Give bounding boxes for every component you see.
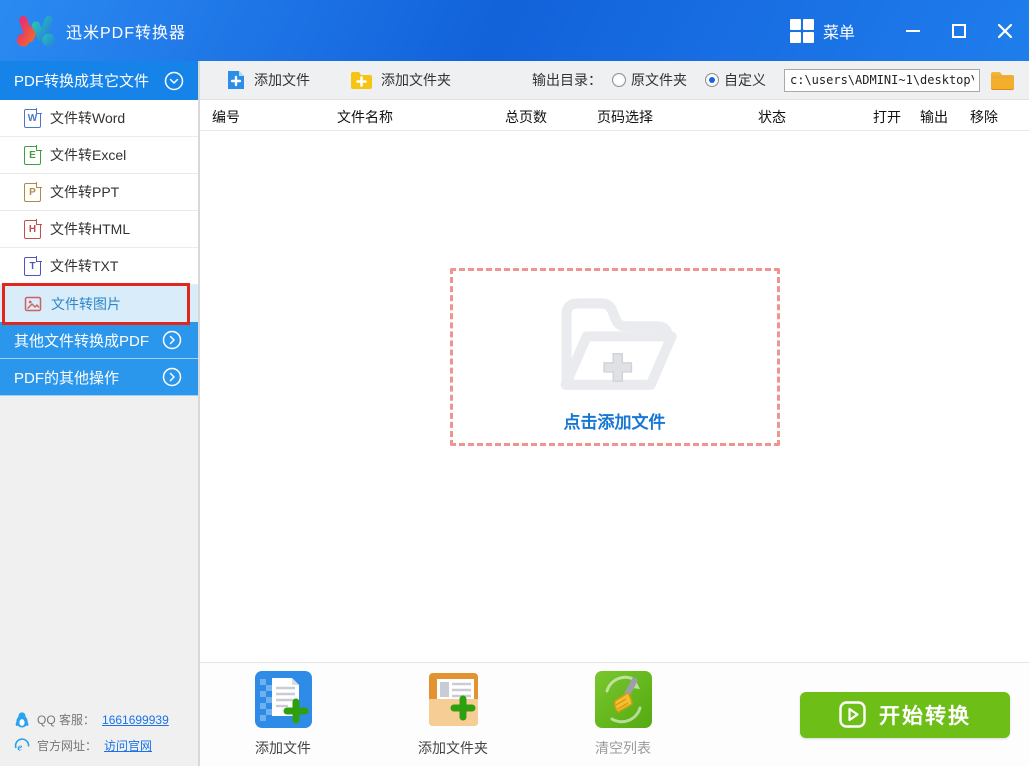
clear-list-button[interactable]: 清空列表 — [591, 671, 655, 758]
qq-label: QQ 客服： — [37, 713, 96, 727]
add-folder-icon — [351, 71, 372, 89]
start-convert-label: 开始转换 — [879, 704, 971, 728]
menu-grid-icon — [789, 18, 814, 43]
column-header-output: 输出 — [920, 109, 948, 125]
image-file-icon — [24, 296, 42, 311]
toolbar: 添加文件 添加文件夹 输出目录： 原文件夹 自定义 — [200, 61, 1029, 100]
bottom-add-file-label: 添加文件 — [255, 740, 311, 756]
ppt-file-icon: P — [24, 182, 42, 202]
file-list-area: 点击添加文件 — [200, 131, 1029, 662]
svg-text:e: e — [17, 741, 22, 753]
output-dir-label: 输出目录： — [532, 72, 602, 88]
file-table-header: 编号 文件名称 总页数 页码选择 状态 打开 输出 移除 — [200, 100, 1029, 131]
play-icon — [839, 701, 866, 728]
sidebar-item-label: 文件转图片 — [51, 295, 121, 312]
menu-button[interactable]: 菜单 — [789, 18, 855, 43]
bottom-add-folder-label: 添加文件夹 — [418, 740, 488, 756]
sidebar-item-label: 文件转Word — [50, 110, 126, 126]
maximize-icon — [952, 23, 966, 38]
bottom-action-bar: 添加文件 添加文件夹 清空列表 开始转换 — [200, 662, 1029, 766]
excel-file-icon: E — [24, 145, 42, 165]
sidebar-filler — [0, 396, 198, 702]
radio-original-folder-label[interactable]: 原文件夹 — [631, 70, 687, 90]
html-file-icon: H — [24, 219, 42, 239]
maximize-button[interactable] — [947, 19, 971, 43]
app-title: 迅米PDF转换器 — [66, 24, 187, 42]
chevron-down-circle-icon — [164, 71, 184, 90]
sidebar-item-pdf-to-excel[interactable]: E 文件转Excel — [0, 137, 198, 174]
txt-file-icon: T — [24, 256, 42, 276]
column-header-open: 打开 — [873, 109, 901, 125]
sidebar-item-pdf-to-ppt[interactable]: P 文件转PPT — [0, 174, 198, 211]
website-link[interactable]: 访问官网 — [104, 737, 152, 754]
output-dir-group: 输出目录： 原文件夹 自定义 — [532, 68, 1029, 92]
folder-icon — [991, 72, 1014, 90]
add-file-icon — [228, 71, 244, 89]
clear-list-icon — [594, 671, 652, 728]
sidebar-item-label: 文件转PPT — [50, 184, 120, 200]
open-folder-add-icon — [560, 298, 677, 390]
minimize-icon — [906, 29, 920, 32]
chevron-right-circle-icon — [162, 367, 182, 387]
add-folder-large-icon — [428, 673, 478, 726]
sidebar-item-pdf-to-image[interactable]: 文件转图片 — [0, 283, 198, 325]
chevron-right-circle-icon — [162, 330, 182, 350]
sidebar-group-label: PDF的其他操作 — [14, 369, 120, 387]
click-to-add-files-dropzone[interactable]: 点击添加文件 — [449, 268, 780, 446]
word-file-icon: W — [24, 108, 42, 128]
qq-icon — [15, 712, 29, 728]
close-icon — [997, 23, 1013, 38]
sidebar-group-pdf-other-ops[interactable]: PDF的其他操作 — [0, 359, 198, 396]
sidebar-item-label: 文件转HTML — [50, 221, 131, 237]
clear-list-label: 清空列表 — [595, 740, 651, 756]
ie-browser-icon: e — [14, 737, 30, 753]
sidebar-item-label: 文件转TXT — [50, 258, 119, 274]
output-path-input[interactable] — [784, 68, 980, 92]
dropzone-label: 点击添加文件 — [563, 413, 666, 432]
column-header-total-pages: 总页数 — [505, 109, 547, 125]
sidebar-item-pdf-to-word[interactable]: W 文件转Word — [0, 100, 198, 137]
sidebar-group-label: PDF转换成其它文件 — [14, 73, 150, 90]
start-convert-button[interactable]: 开始转换 — [800, 691, 1010, 738]
sidebar-item-label: 文件转Excel — [50, 147, 127, 163]
title-bar: 迅米PDF转换器 菜单 — [0, 0, 1029, 61]
app-logo-icon — [16, 15, 56, 46]
column-header-status: 状态 — [758, 109, 786, 125]
radio-original-folder[interactable] — [612, 73, 626, 87]
qq-number-link[interactable]: 1661699939 — [102, 713, 169, 727]
column-header-page-select: 页码选择 — [597, 109, 653, 125]
close-button[interactable] — [993, 19, 1017, 43]
column-header-filename: 文件名称 — [337, 109, 393, 125]
bottom-add-folder-button[interactable]: 添加文件夹 — [418, 671, 488, 758]
add-file-button[interactable]: 添加文件 — [226, 69, 310, 91]
radio-custom-folder-label[interactable]: 自定义 — [724, 70, 766, 90]
browse-folder-button[interactable] — [990, 70, 1015, 90]
add-file-label: 添加文件 — [254, 72, 310, 88]
sidebar-group-label: 其他文件转换成PDF — [14, 332, 150, 350]
website-label: 官方网址： — [37, 739, 98, 753]
menu-label: 菜单 — [822, 24, 855, 42]
add-folder-button[interactable]: 添加文件夹 — [350, 70, 451, 90]
sidebar-item-pdf-to-html[interactable]: H 文件转HTML — [0, 211, 198, 248]
sidebar-group-other-to-pdf[interactable]: 其他文件转换成PDF — [0, 322, 198, 359]
sidebar-group-pdf-to-other[interactable]: PDF转换成其它文件 — [0, 61, 198, 100]
bottom-add-file-button[interactable]: 添加文件 — [251, 671, 315, 758]
contact-info: QQ 客服： 1661699939 e 官方网址： 访问官网 — [0, 702, 198, 766]
app-window: 迅米PDF转换器 菜单 PDF转换成其它文件 W 文件转Word E 文件转Ex… — [0, 0, 1029, 766]
column-header-number: 编号 — [212, 109, 240, 125]
sidebar: PDF转换成其它文件 W 文件转Word E 文件转Excel P 文件转PPT… — [0, 61, 200, 766]
minimize-button[interactable] — [901, 19, 925, 43]
sidebar-item-pdf-to-txt[interactable]: T 文件转TXT — [0, 248, 198, 285]
add-file-large-icon — [254, 671, 312, 728]
content-area: 添加文件 添加文件夹 输出目录： 原文件夹 自定义 c:\users\ADMIN… — [200, 61, 1029, 766]
radio-custom-folder[interactable] — [705, 73, 719, 87]
add-folder-label: 添加文件夹 — [381, 72, 451, 88]
column-header-remove: 移除 — [970, 109, 998, 125]
